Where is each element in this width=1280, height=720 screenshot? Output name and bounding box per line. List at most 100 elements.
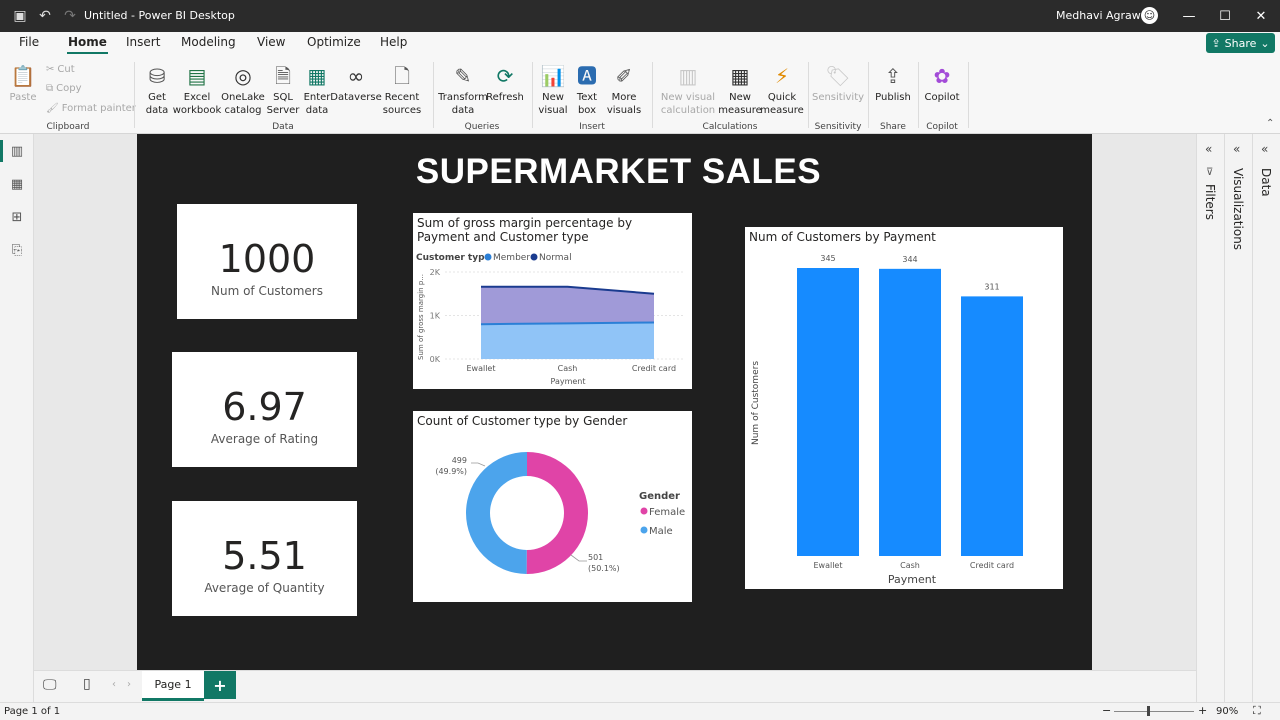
menu-home[interactable]: Home — [67, 35, 108, 54]
area-series-member[interactable] — [481, 322, 654, 359]
onelake-catalog-button[interactable]: ◎ OneLake catalog — [221, 62, 265, 117]
next-page-icon[interactable]: › — [127, 679, 131, 690]
page-tab-label: Page 1 — [154, 678, 192, 691]
menu-help[interactable]: Help — [379, 35, 408, 49]
expand-filters-icon[interactable]: « — [1205, 142, 1212, 156]
zoom-level: 90% — [1216, 706, 1239, 717]
get-data-button[interactable]: ⛁ Get data — [141, 62, 173, 117]
publish-button[interactable]: ⇪ Publish — [874, 62, 912, 104]
transform-data-button[interactable]: ✎ Transform data — [438, 62, 488, 117]
minimize-icon[interactable]: — — [1180, 7, 1198, 25]
copy-button[interactable]: ⧉ Copy — [46, 83, 82, 94]
database-icon: ⛁ — [148, 63, 166, 88]
data-pane[interactable]: « Data — [1253, 134, 1280, 702]
menu-insert[interactable]: Insert — [125, 35, 161, 49]
refresh-icon: ⟳ — [496, 63, 514, 88]
visualizations-pane[interactable]: « Visualizations — [1225, 134, 1253, 702]
collapse-ribbon-icon[interactable]: ⌃ — [1266, 118, 1274, 129]
add-page-button[interactable]: + — [204, 671, 236, 699]
new-measure-label: New measure — [718, 92, 762, 116]
bar-chart-visual[interactable]: Num of Customers by Payment 345 Ewallet 34… — [745, 227, 1063, 589]
donut-chart-svg: 499 (49.9%) 501 (50.1%) Gender Female Ma… — [435, 452, 685, 574]
card-num-customers[interactable]: 1000 Num of Customers — [177, 204, 357, 319]
redo-icon[interactable]: ↷ — [61, 7, 79, 25]
format-painter-button[interactable]: 🖌 Format painter — [46, 103, 136, 114]
data-label-female-pct: (50.1%) — [588, 564, 620, 573]
legend-label-female: Female — [649, 507, 685, 518]
table-view-icon[interactable]: ▦ — [8, 175, 26, 193]
save-icon[interactable]: ▣ — [11, 7, 29, 25]
dax-query-view-icon[interactable]: ⎘ — [8, 241, 26, 259]
more-visuals-button[interactable]: ✐ More visuals — [603, 62, 645, 117]
area-chart-visual[interactable]: Sum of gross margin percentage by Paymen… — [413, 213, 692, 389]
menu-optimize[interactable]: Optimize — [306, 35, 362, 49]
more-visuals-icon: ✐ — [615, 63, 633, 88]
refresh-button[interactable]: ⟳ Refresh — [486, 62, 524, 104]
data-label-male: 499 — [452, 456, 467, 465]
text-box-label: Text box — [576, 92, 598, 116]
new-visual-calculation-button[interactable]: ▥ New visual calculation — [658, 62, 718, 117]
recent-icon: 🗋 — [393, 63, 411, 88]
zoom-in-icon[interactable]: + — [1198, 704, 1207, 717]
data-label: 311 — [984, 282, 999, 291]
dataverse-button[interactable]: ∞ Dataverse — [330, 62, 381, 104]
filter-icon: ⊽ — [1206, 167, 1214, 178]
card-average-quantity[interactable]: 5.51 Average of Quantity — [172, 501, 357, 616]
donut-slice-male[interactable] — [466, 452, 527, 574]
enter-data-button[interactable]: ▦ Enter data — [302, 62, 332, 117]
recent-sources-button[interactable]: 🗋 Recent sources — [380, 62, 424, 117]
data-label-female: 501 — [588, 553, 603, 562]
maximize-icon[interactable]: ☐ — [1216, 7, 1234, 25]
mobile-layout-icon[interactable]: ▯ — [83, 676, 91, 692]
excel-workbook-button[interactable]: ▤ Excel workbook — [173, 62, 222, 117]
y-tick-label: 0K — [430, 355, 441, 364]
text-box-button[interactable]: 🅰 Text box — [572, 62, 602, 117]
model-view-icon[interactable]: ⊞ — [8, 208, 26, 226]
copilot-button[interactable]: ✿ Copilot — [922, 62, 962, 104]
onelake-icon: ◎ — [234, 63, 252, 88]
new-visual-button[interactable]: 📊 New visual — [538, 62, 568, 117]
zoom-slider[interactable] — [1114, 711, 1194, 712]
undo-icon[interactable]: ↶ — [36, 7, 54, 25]
donut-chart-visual[interactable]: Count of Customer type by Gender 499 (49… — [413, 411, 692, 602]
close-icon[interactable]: ✕ — [1252, 7, 1270, 25]
page-tab-page-1[interactable]: Page 1 — [142, 671, 204, 701]
divider — [918, 62, 919, 128]
paste-label: Paste — [9, 92, 37, 103]
x-tick-label: Credit card — [970, 561, 1014, 570]
new-measure-button[interactable]: ▦ New measure — [718, 62, 762, 117]
legend-label-member: Member — [493, 253, 530, 263]
more-visuals-label: More visuals — [606, 92, 642, 116]
menu-view[interactable]: View — [256, 35, 286, 49]
group-label-insert: Insert — [579, 122, 605, 132]
transform-label: Transform data — [438, 92, 488, 116]
share-button[interactable]: ⇪ Share ⌄ — [1206, 33, 1275, 53]
get-data-label: Get data — [145, 92, 169, 116]
menu-modeling[interactable]: Modeling — [180, 35, 237, 49]
expand-data-icon[interactable]: « — [1261, 142, 1268, 156]
group-label-clipboard: Clipboard — [46, 122, 90, 132]
onelake-label: OneLake catalog — [221, 92, 265, 116]
legend-marker-normal — [530, 253, 538, 261]
fit-to-page-icon[interactable]: ⛶ — [1253, 704, 1261, 718]
visualizations-label: Visualizations — [1231, 168, 1245, 251]
desktop-layout-icon[interactable]: 🖵 — [43, 677, 57, 693]
cut-button[interactable]: ✂ Cut — [46, 64, 75, 75]
sensitivity-button[interactable]: 🏷 Sensitivity — [812, 62, 864, 104]
legend-marker-male — [640, 526, 648, 534]
card-average-rating[interactable]: 6.97 Average of Rating — [172, 352, 357, 467]
bar-chart-svg: 345Ewallet344Cash311Credit card Payment … — [751, 254, 1023, 586]
paste-button[interactable]: 📋 Paste — [8, 62, 38, 104]
filters-pane[interactable]: « ⊽ Filters — [1197, 134, 1225, 702]
sql-server-button[interactable]: 🗎 SQL Server — [267, 62, 300, 117]
report-view-icon[interactable]: ▥ — [0, 140, 26, 162]
zoom-slider-thumb[interactable] — [1147, 706, 1150, 716]
zoom-out-icon[interactable]: − — [1102, 704, 1111, 717]
refresh-label: Refresh — [486, 92, 524, 103]
menu-file[interactable]: File — [18, 35, 40, 49]
donut-slice-female[interactable] — [526, 452, 589, 574]
expand-visualizations-icon[interactable]: « — [1233, 142, 1240, 156]
previous-page-icon[interactable]: ‹ — [112, 679, 116, 690]
quick-measure-button[interactable]: ⚡ Quick measure — [760, 62, 804, 117]
avatar[interactable]: ☺ — [1141, 7, 1158, 24]
